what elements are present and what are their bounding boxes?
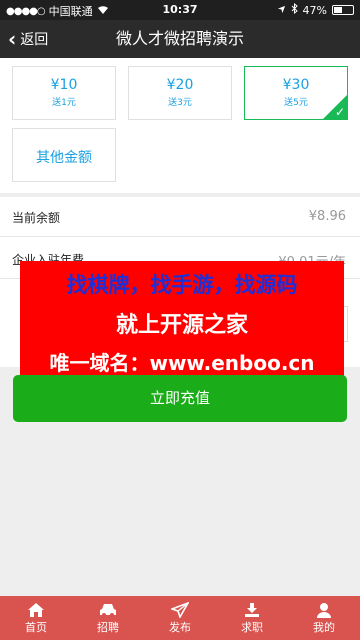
banner-line-3: 唯一域名：www.enboo.cn <box>49 351 315 375</box>
bluetooth-icon <box>291 2 298 17</box>
amount-bonus: 送3元 <box>168 98 192 108</box>
tab-seek-job[interactable]: 求职 <box>216 596 288 640</box>
amount-option-30[interactable]: ¥30 送5元 ✓ <box>244 66 348 120</box>
amount-panel: ¥10 送1元 ¥20 送3元 ¥30 送5元 ✓ 其他金额 <box>0 58 360 193</box>
battery-icon <box>332 5 354 15</box>
amount-price: ¥30 <box>282 77 310 93</box>
amount-price: ¥20 <box>166 77 194 93</box>
recharge-button[interactable]: 立即充值 <box>13 375 347 422</box>
user-icon <box>317 603 331 618</box>
amount-price: ¥10 <box>50 77 78 93</box>
download-icon <box>245 603 259 617</box>
amount-option-20[interactable]: ¥20 送3元 <box>128 66 232 120</box>
tab-label: 招聘 <box>97 621 119 634</box>
tab-label: 求职 <box>241 621 263 634</box>
amount-bonus: 送1元 <box>52 98 76 108</box>
tab-label: 发布 <box>169 621 191 634</box>
balance-row: 当前余额 ¥8.96 <box>0 197 360 237</box>
other-amount-button[interactable]: 其他金额 <box>12 128 116 182</box>
ad-banner: 找棋牌，找手游，找源码 就上开源之家 唯一域名：www.enboo.cn <box>20 261 344 381</box>
balance-value: ¥8.96 <box>308 209 346 224</box>
tab-label: 我的 <box>313 621 335 634</box>
tab-publish[interactable]: 发布 <box>144 596 216 640</box>
status-bar: ●●●●○ 中国联通 10:37 47% <box>0 0 360 20</box>
selected-check-icon: ✓ <box>323 95 347 119</box>
send-icon <box>171 602 189 618</box>
tab-bar: 首页 招聘 发布 求职 我的 <box>0 596 360 640</box>
other-amount-label: 其他金额 <box>36 150 92 166</box>
tab-jobs[interactable]: 招聘 <box>72 596 144 640</box>
status-right: 47% <box>277 2 354 17</box>
balance-label: 当前余额 <box>12 211 61 225</box>
tab-label: 首页 <box>25 621 47 634</box>
page-title: 微人才微招聘演示 <box>115 29 244 48</box>
banner-line-1: 找棋牌，找手游，找源码 <box>66 273 298 297</box>
car-icon <box>100 604 116 617</box>
home-icon <box>28 603 44 617</box>
nav-bar: ‹ 返回 微人才微招聘演示 <box>0 20 360 58</box>
location-icon <box>277 4 286 17</box>
tab-home[interactable]: 首页 <box>0 596 72 640</box>
tab-mine[interactable]: 我的 <box>288 596 360 640</box>
battery-percent: 47% <box>302 3 327 17</box>
banner-line-2: 就上开源之家 <box>115 313 248 338</box>
amount-option-10[interactable]: ¥10 送1元 <box>12 66 116 120</box>
